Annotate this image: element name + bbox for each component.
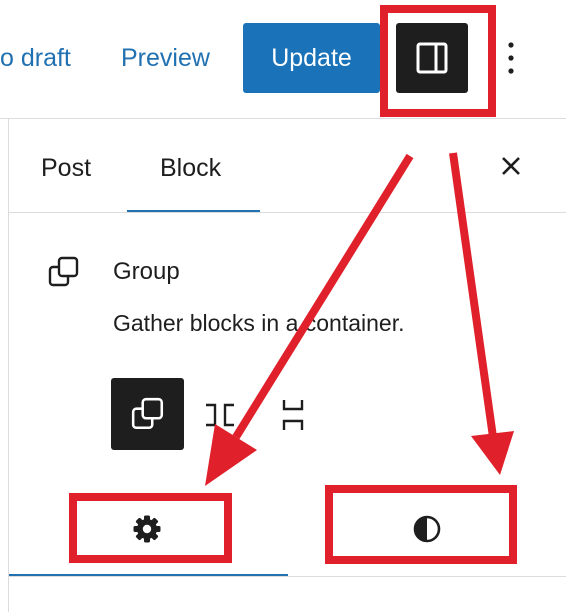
sidebar-border	[8, 119, 9, 612]
highlight-styles-tab	[325, 485, 517, 564]
close-icon[interactable]	[500, 155, 522, 177]
preview-link[interactable]: Preview	[121, 44, 210, 73]
group-icon	[48, 256, 79, 287]
highlight-settings-tab	[69, 493, 232, 563]
variation-group-button[interactable]	[111, 378, 184, 450]
highlight-settings-toggle	[380, 5, 496, 117]
arrow-to-styles	[449, 152, 497, 438]
stack-icon[interactable]	[281, 397, 305, 433]
arrowhead-styles	[471, 431, 514, 475]
group-icon	[131, 397, 163, 430]
update-button[interactable]: Update	[243, 23, 380, 93]
inspector-tabs-divider	[9, 576, 566, 577]
block-card-description: Gather blocks in a container.	[113, 310, 405, 336]
toolbar-divider	[0, 118, 566, 119]
row-icon[interactable]	[203, 400, 237, 430]
arrowhead-settings	[205, 424, 257, 486]
block-card-title: Group	[113, 258, 180, 285]
tab-post[interactable]: Post	[41, 154, 91, 183]
more-vertical-icon[interactable]	[503, 38, 519, 78]
update-button-label: Update	[271, 43, 352, 72]
switch-to-draft-link[interactable]: o draft	[0, 44, 71, 73]
tabs-divider	[9, 212, 566, 213]
tab-block[interactable]: Block	[160, 154, 221, 183]
arrow-to-settings	[232, 153, 414, 440]
